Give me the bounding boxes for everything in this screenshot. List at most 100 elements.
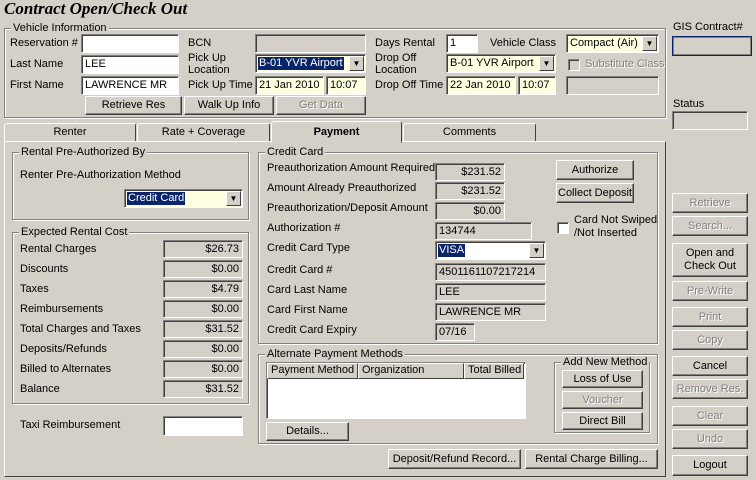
dropoff-location-value: B-01 YVR Airport — [450, 57, 534, 69]
cost-row-label: Billed to Alternates — [20, 363, 112, 375]
walk-up-info-button[interactable]: Walk Up Info — [184, 96, 274, 115]
deposit-amount-value: $0.00 — [435, 202, 505, 220]
dropoff-time-input[interactable]: 10:07 — [518, 76, 556, 95]
cancel-button[interactable]: Cancel — [672, 356, 748, 376]
column-header-payment-method[interactable]: Payment Method — [267, 363, 358, 379]
direct-bill-button[interactable]: Direct Bill — [562, 412, 643, 430]
retrieve-res-button[interactable]: Retrieve Res — [85, 96, 182, 115]
chevron-down-icon[interactable]: ▼ — [529, 243, 544, 258]
dropoff-time-label: Drop Off Time — [375, 79, 444, 91]
preauth-method-select[interactable]: Credit Card ▼ — [124, 189, 243, 208]
bcn-input[interactable] — [255, 34, 366, 53]
preauth-method-label: Renter Pre-Authorization Method — [20, 169, 181, 181]
substitute-class-input[interactable] — [566, 76, 659, 95]
taxi-reimbursement-input[interactable] — [163, 416, 243, 436]
already-preauth-label: Amount Already Preauthorized — [267, 182, 417, 194]
cost-row-value: $31.52 — [163, 380, 243, 398]
card-expiry-value[interactable]: 07/16 — [435, 323, 475, 341]
undo-button[interactable]: Undo — [672, 429, 748, 449]
preauth-required-label: Preauthorization Amount Required — [267, 162, 436, 174]
card-not-swiped-checkbox[interactable] — [557, 222, 569, 234]
loss-of-use-button[interactable]: Loss of Use — [562, 370, 643, 388]
substitute-class-checkbox[interactable] — [568, 59, 580, 71]
status-input[interactable] — [672, 111, 748, 130]
cost-row-value: $0.00 — [163, 340, 243, 358]
first-name-input[interactable]: LAWRENCE MR — [81, 76, 179, 95]
search-button[interactable]: Search... — [672, 216, 748, 236]
voucher-button[interactable]: Voucher — [562, 391, 643, 409]
days-rental-input[interactable]: 1 — [446, 34, 478, 53]
card-type-label: Credit Card Type — [267, 242, 350, 254]
first-name-label: First Name — [10, 79, 64, 91]
details-button[interactable]: Details... — [266, 422, 349, 441]
vehicle-class-select[interactable]: Compact (Air) ▼ — [566, 34, 659, 53]
window-title: Contract Open/Check Out — [4, 0, 188, 18]
logout-button[interactable]: Logout — [672, 455, 748, 476]
tab-renter[interactable]: Renter — [4, 123, 136, 142]
last-name-input[interactable]: LEE — [81, 55, 179, 74]
deposit-refund-record-button[interactable]: Deposit/Refund Record... — [388, 449, 521, 469]
vehicle-class-value: Compact (Air) — [570, 37, 638, 49]
bcn-label: BCN — [188, 37, 212, 49]
cost-row-value: $0.00 — [163, 300, 243, 318]
taxi-reimbursement-label: Taxi Reimbursement — [20, 419, 121, 431]
preauth-method-value: Credit Card — [127, 192, 186, 205]
authorization-label: Authorization # — [267, 222, 341, 234]
pickup-location-select[interactable]: B-01 YVR Airport ▼ — [255, 54, 366, 73]
retrieve-button[interactable]: Retrieve — [672, 193, 748, 213]
column-header-total-billed[interactable]: Total Billed — [464, 363, 524, 379]
collect-deposit-button[interactable]: Collect Deposit — [556, 183, 634, 203]
dropoff-date-input[interactable]: 22 Jan 2010 — [446, 76, 516, 95]
cost-row-label: Rental Charges — [20, 243, 97, 255]
pickup-time-input[interactable]: 10:07 — [326, 76, 366, 95]
get-data-button[interactable]: Get Data — [276, 96, 366, 115]
gis-contract-input[interactable] — [672, 36, 752, 56]
vehicle-information-title: Vehicle Information — [11, 22, 109, 34]
reservation-label: Reservation # — [10, 37, 78, 49]
gis-contract-label: GIS Contract# — [673, 21, 743, 33]
rental-charge-billing-button[interactable]: Rental Charge Billing... — [525, 449, 658, 469]
open-and-checkout-button[interactable]: Open and Check Out — [672, 243, 748, 277]
pre-write-button[interactable]: Pre-Write — [672, 281, 748, 301]
column-header-organization[interactable]: Organization — [358, 363, 464, 379]
print-button[interactable]: Print — [672, 307, 748, 327]
chevron-down-icon[interactable]: ▼ — [226, 191, 241, 206]
authorize-button[interactable]: Authorize — [556, 160, 634, 180]
tab-comments[interactable]: Comments — [403, 123, 536, 142]
card-first-name-label: Card First Name — [267, 304, 348, 316]
authorization-value[interactable]: 134744 — [435, 222, 532, 240]
card-last-name-label: Card Last Name — [267, 284, 348, 296]
preauth-required-value: $231.52 — [435, 163, 505, 181]
add-new-method-title: Add New Method — [561, 356, 650, 368]
chevron-down-icon[interactable]: ▼ — [349, 56, 364, 71]
tab-payment[interactable]: Payment — [271, 121, 402, 143]
vehicle-class-label: Vehicle Class — [490, 37, 557, 49]
pickup-location-label: Pick Up Location — [188, 52, 230, 76]
pickup-date-input[interactable]: 21 Jan 2010 — [255, 76, 324, 95]
card-number-value[interactable]: 4501161107217214 — [435, 263, 546, 281]
reservation-input[interactable] — [81, 34, 179, 53]
card-type-select[interactable]: VISA ▼ — [435, 241, 546, 260]
status-label: Status — [673, 98, 705, 110]
clear-button[interactable]: Clear — [672, 406, 748, 426]
last-name-label: Last Name — [10, 58, 64, 70]
chevron-down-icon[interactable]: ▼ — [642, 36, 657, 51]
substitute-class-label: Substitute Class — [585, 58, 665, 70]
days-rental-label: Days Rental — [375, 37, 435, 49]
remove-res-button[interactable]: Remove Res. — [672, 379, 748, 399]
copy-button[interactable]: Copy — [672, 330, 748, 350]
alt-payment-table[interactable]: Payment Method Organization Total Billed — [266, 362, 526, 419]
tab-rate-coverage[interactable]: Rate + Coverage — [137, 123, 270, 142]
dropoff-location-label: Drop Off Location — [375, 52, 417, 76]
credit-card-group-title: Credit Card — [265, 146, 326, 158]
cost-row-label: Balance — [20, 383, 60, 395]
cost-row-label: Taxes — [20, 283, 49, 295]
chevron-down-icon[interactable]: ▼ — [539, 56, 554, 71]
card-number-label: Credit Card # — [267, 264, 333, 276]
card-type-value: VISA — [438, 244, 466, 257]
dropoff-location-select[interactable]: B-01 YVR Airport ▼ — [446, 54, 556, 73]
card-last-name-value[interactable]: LEE — [435, 283, 546, 301]
card-first-name-value[interactable]: LAWRENCE MR — [435, 303, 546, 321]
cost-row-label: Reimbursements — [20, 303, 104, 315]
preauth-group: Rental Pre-Authorized By — [12, 146, 249, 220]
